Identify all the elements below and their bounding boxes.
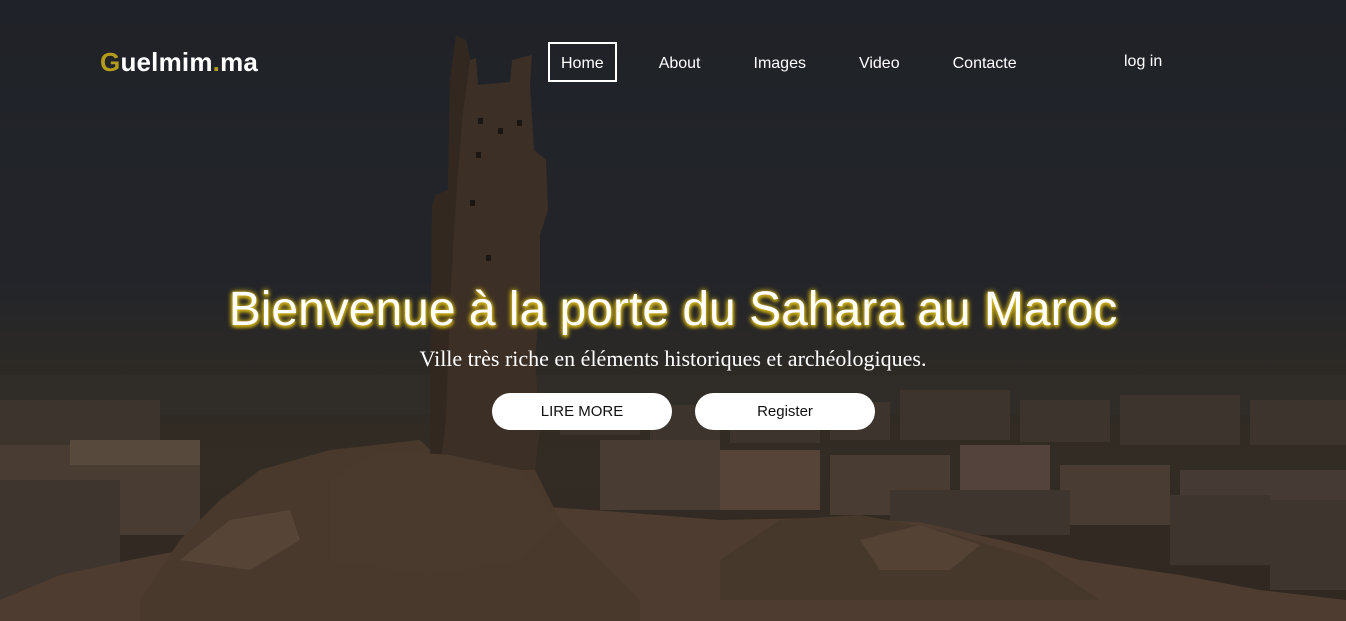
hero-subtitle: Ville très riche en éléments historiques… — [419, 346, 927, 371]
login-link[interactable]: log in — [1124, 42, 1162, 82]
nav-about-link[interactable]: About — [646, 42, 714, 82]
hero-title: Bienvenue à la porte du Sahara au Maroc — [228, 283, 1118, 336]
read-more-button[interactable]: LIRE MORE — [492, 393, 672, 430]
nav-home-link[interactable]: Home — [548, 42, 617, 82]
nav-contact-link[interactable]: Contacte — [940, 42, 1030, 82]
register-button[interactable]: Register — [695, 393, 875, 430]
logo-name: uelmim — [120, 47, 213, 77]
site-logo[interactable]: Guelmim.ma — [100, 47, 258, 78]
logo-tld: ma — [220, 47, 259, 77]
nav-images-link[interactable]: Images — [741, 42, 819, 82]
nav-video-link[interactable]: Video — [846, 42, 913, 82]
logo-initial: G — [100, 47, 121, 77]
main-navigation: Home About Images Video Contacte — [548, 42, 1030, 82]
logo-dot: . — [212, 47, 221, 77]
